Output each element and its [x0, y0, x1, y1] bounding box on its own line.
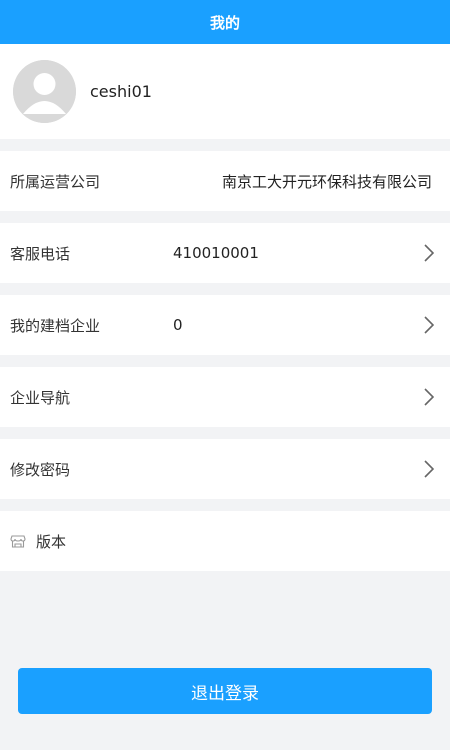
navigation-label: 企业导航 [10, 388, 71, 407]
chevron-right-icon [422, 315, 436, 335]
version-label: 版本 [36, 532, 67, 551]
row-service-phone[interactable]: 客服电话 410010001 [0, 223, 450, 283]
company-value: 南京工大开元环保科技有限公司 [221, 172, 432, 191]
store-icon [10, 533, 26, 549]
chevron-right-icon [422, 387, 436, 407]
profile-section[interactable]: ceshi01 [0, 44, 450, 139]
username: ceshi01 [90, 82, 152, 101]
archived-value: 0 [173, 316, 183, 334]
service-phone-value: 410010001 [173, 244, 259, 262]
service-phone-label: 客服电话 [10, 244, 71, 263]
archived-label: 我的建档企业 [10, 316, 101, 335]
company-label: 所属运营公司 [10, 172, 101, 191]
chevron-right-icon [422, 243, 436, 263]
avatar[interactable] [13, 60, 76, 123]
logout-button[interactable]: 退出登录 [18, 668, 432, 714]
password-label: 修改密码 [10, 460, 71, 479]
row-enterprise-navigation[interactable]: 企业导航 [0, 367, 450, 427]
page-header: 我的 [0, 0, 450, 44]
chevron-right-icon [422, 459, 436, 479]
row-company: 所属运营公司 南京工大开元环保科技有限公司 [0, 151, 450, 211]
page-title: 我的 [209, 13, 240, 32]
row-version[interactable]: 版本 [0, 511, 450, 571]
avatar-placeholder-icon [13, 60, 76, 123]
row-change-password[interactable]: 修改密码 [0, 439, 450, 499]
row-archived-enterprises[interactable]: 我的建档企业 0 [0, 295, 450, 355]
